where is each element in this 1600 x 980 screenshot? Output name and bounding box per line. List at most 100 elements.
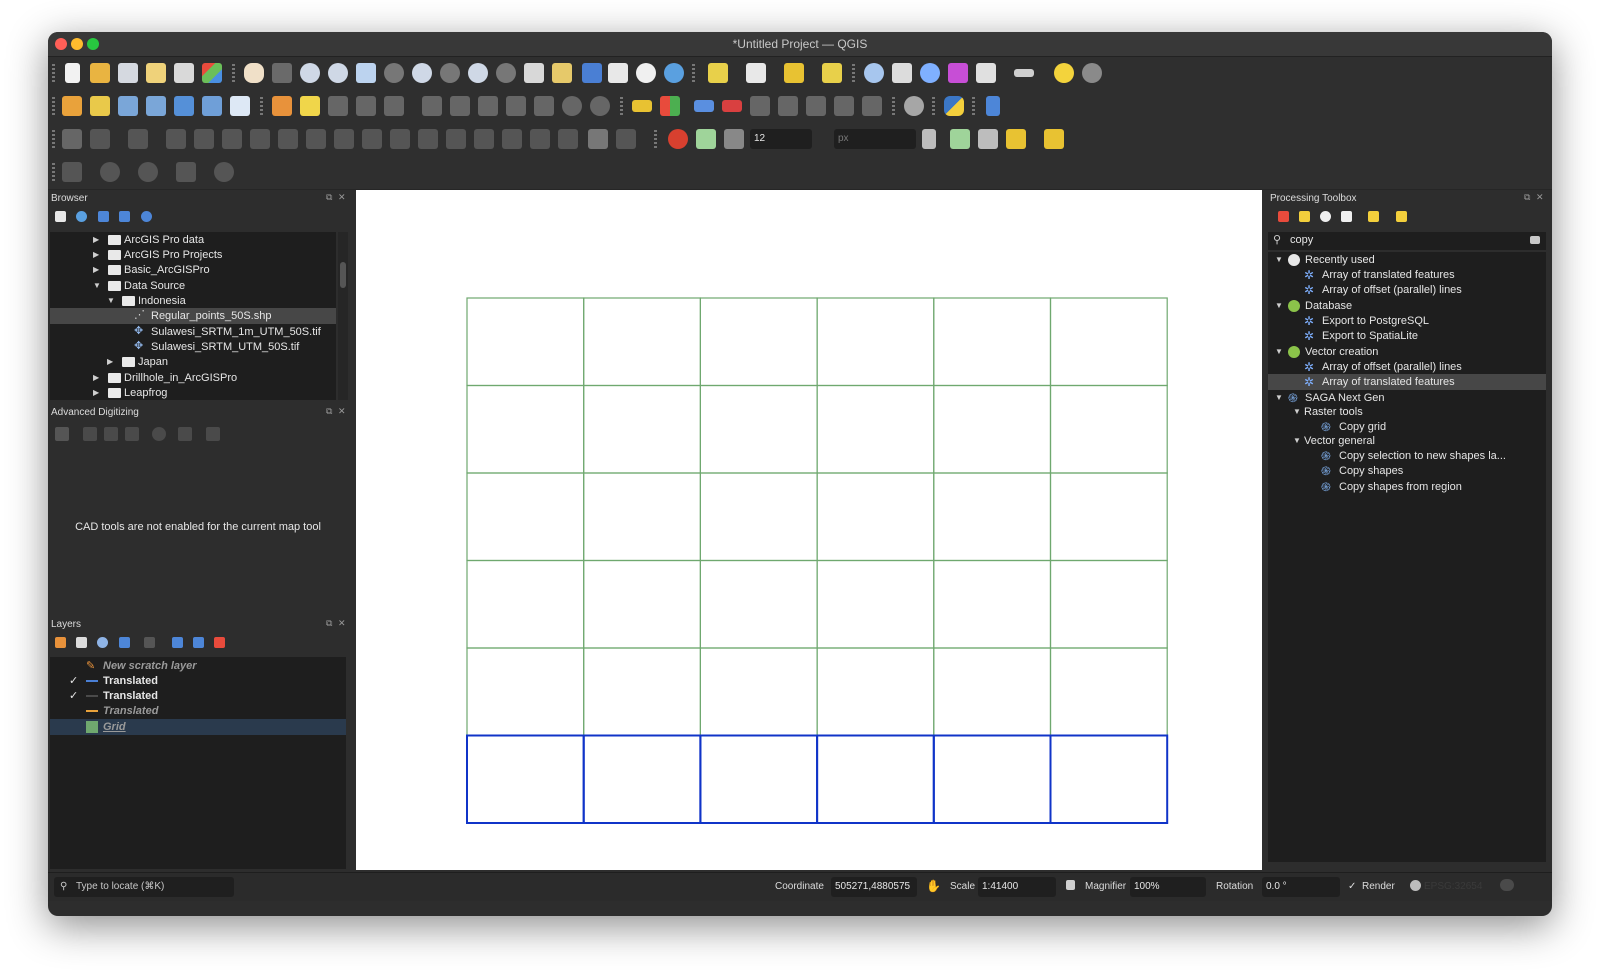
locator-search-input[interactable]: ⚲ Type to locate (⌘K) bbox=[54, 877, 234, 897]
spatial-bookmark-icon[interactable] bbox=[582, 63, 602, 83]
offset-curve-icon[interactable] bbox=[418, 129, 438, 149]
scrollbar-thumb[interactable] bbox=[340, 262, 346, 288]
toolbar-grip[interactable] bbox=[972, 97, 975, 115]
floater-icon[interactable] bbox=[178, 427, 192, 441]
zoom-to-selection-icon[interactable] bbox=[384, 63, 404, 83]
map-canvas[interactable] bbox=[356, 190, 1262, 870]
layer-item-translated[interactable]: ✓ Translated bbox=[50, 673, 346, 689]
add-feature-icon[interactable] bbox=[356, 96, 376, 116]
redo-icon[interactable] bbox=[590, 96, 610, 116]
tracing-icon[interactable] bbox=[1006, 129, 1026, 149]
new-spatialite-layer-icon[interactable] bbox=[174, 96, 194, 116]
simplify-feature-icon[interactable] bbox=[222, 129, 242, 149]
zoom-next-icon[interactable] bbox=[496, 63, 516, 83]
construction-mode-icon[interactable] bbox=[83, 427, 97, 441]
rotation-input[interactable]: 0.0 ° bbox=[1262, 877, 1340, 897]
algorithm-item[interactable]: ✲ Array of translated features bbox=[1268, 267, 1546, 283]
layer-labeling-icon[interactable] bbox=[632, 100, 652, 112]
clear-search-icon[interactable] bbox=[1530, 236, 1540, 244]
identify-features-icon[interactable] bbox=[864, 63, 884, 83]
close-panel-icon[interactable]: ✕ bbox=[338, 406, 346, 417]
render-checkbox[interactable]: ✓ bbox=[1348, 881, 1356, 892]
scale-feature-icon[interactable] bbox=[194, 129, 214, 149]
add-group-icon[interactable] bbox=[76, 637, 87, 648]
parallel-icon[interactable] bbox=[104, 427, 118, 441]
add-ring-icon[interactable] bbox=[250, 129, 270, 149]
toolbox-search-input[interactable]: copy bbox=[1290, 234, 1313, 246]
rotate-feature-icon[interactable] bbox=[166, 129, 186, 149]
collapse-arrow-icon[interactable]: ▼ bbox=[93, 278, 101, 294]
toolbox-group-recently-used[interactable]: ▼ Recently used bbox=[1268, 252, 1546, 268]
algorithm-item[interactable]: ✲ Export to SpatiaLite bbox=[1268, 328, 1546, 344]
filter-by-expression-icon[interactable] bbox=[144, 637, 155, 648]
algorithm-item[interactable]: ✲ Array of offset (parallel) lines bbox=[1268, 282, 1546, 298]
refresh-icon[interactable] bbox=[664, 63, 684, 83]
tree-item-japan[interactable]: ▶ Japan bbox=[50, 354, 336, 370]
layer-visibility-checkbox[interactable]: ✓ bbox=[69, 673, 78, 689]
layer-diagram-icon[interactable] bbox=[660, 96, 680, 116]
snapping-unit-select[interactable]: px bbox=[834, 129, 916, 149]
reverse-line-icon[interactable] bbox=[446, 129, 466, 149]
tree-item-indonesia[interactable]: ▼ Indonesia bbox=[50, 293, 336, 309]
zoom-in-icon[interactable] bbox=[300, 63, 320, 83]
preview-labels-icon[interactable] bbox=[834, 96, 854, 116]
collapse-arrow-icon[interactable]: ▼ bbox=[107, 293, 115, 309]
float-panel-icon[interactable]: ⧉ bbox=[326, 192, 332, 203]
zoom-out-icon[interactable] bbox=[328, 63, 348, 83]
toggle-extents-icon[interactable]: ✋ bbox=[926, 879, 941, 893]
zoom-full-icon[interactable] bbox=[356, 63, 376, 83]
new-print-layout-icon[interactable] bbox=[146, 63, 166, 83]
split-features-icon[interactable] bbox=[502, 129, 522, 149]
rotate-label-icon[interactable] bbox=[778, 96, 798, 116]
settings-icon[interactable] bbox=[152, 427, 166, 441]
expand-all-icon[interactable] bbox=[172, 637, 183, 648]
collapse-arrow-icon[interactable]: ▼ bbox=[1275, 344, 1283, 360]
toolbar-grip[interactable] bbox=[52, 97, 55, 115]
self-snapping-icon[interactable] bbox=[978, 129, 998, 149]
models-icon[interactable] bbox=[1278, 211, 1289, 222]
open-field-calculator-icon[interactable] bbox=[892, 63, 912, 83]
cad-tools-icon[interactable] bbox=[55, 427, 69, 441]
perpendicular-icon[interactable] bbox=[125, 427, 139, 441]
create-regular-polygon-icon[interactable] bbox=[214, 162, 234, 182]
annotation-tools-icon[interactable] bbox=[1082, 63, 1102, 83]
toolbar-grip[interactable] bbox=[692, 64, 695, 82]
topological-editing-icon[interactable] bbox=[922, 129, 936, 149]
tree-item-data-source[interactable]: ▼ Data Source bbox=[50, 278, 336, 294]
delete-ring-icon[interactable] bbox=[334, 129, 354, 149]
expand-arrow-icon[interactable]: ▶ bbox=[93, 385, 99, 401]
tree-item-drillhole[interactable]: ▶ Drillhole_in_ArcGISPro bbox=[50, 370, 336, 386]
toolbar-grip[interactable] bbox=[852, 64, 855, 82]
split-parts-icon[interactable] bbox=[530, 129, 550, 149]
snapping-tolerance-input[interactable]: 12 bbox=[750, 129, 812, 149]
zoom-to-layer-icon[interactable] bbox=[412, 63, 432, 83]
toolbox-subgroup-raster-tools[interactable]: ▼ Raster tools bbox=[1268, 404, 1546, 420]
temporal-controller-icon[interactable] bbox=[636, 63, 656, 83]
expand-arrow-icon[interactable]: ▶ bbox=[107, 354, 113, 370]
undo-icon[interactable] bbox=[562, 96, 582, 116]
plugin-manager-icon[interactable] bbox=[904, 96, 924, 116]
edit-features-in-place-icon[interactable] bbox=[1368, 211, 1379, 222]
toolbar-grip[interactable] bbox=[232, 64, 235, 82]
refresh-icon[interactable] bbox=[76, 211, 87, 222]
label-settings-icon[interactable] bbox=[862, 96, 882, 116]
save-project-icon[interactable] bbox=[118, 63, 138, 83]
create-ellipse-icon[interactable] bbox=[138, 162, 158, 182]
delete-part-icon[interactable] bbox=[362, 129, 382, 149]
scale-select[interactable]: 1:41400 bbox=[978, 877, 1056, 897]
merge-features-icon[interactable] bbox=[558, 129, 578, 149]
show-hide-labels-icon[interactable] bbox=[722, 100, 742, 112]
move-feature-icon[interactable] bbox=[128, 129, 148, 149]
close-panel-icon[interactable]: ✕ bbox=[338, 618, 346, 629]
lock-scale-icon[interactable] bbox=[1066, 880, 1075, 890]
change-label-icon[interactable] bbox=[806, 96, 826, 116]
close-panel-icon[interactable]: ✕ bbox=[338, 192, 346, 203]
collapse-arrow-icon[interactable]: ▼ bbox=[1275, 298, 1283, 314]
cut-features-icon[interactable] bbox=[478, 96, 498, 116]
expand-arrow-icon[interactable]: ▶ bbox=[93, 232, 99, 248]
enable-properties-icon[interactable] bbox=[141, 211, 152, 222]
statistical-summary-icon[interactable] bbox=[948, 63, 968, 83]
python-console-icon[interactable] bbox=[944, 96, 964, 116]
crs-globe-icon[interactable] bbox=[1410, 880, 1421, 891]
style-manager-icon[interactable] bbox=[202, 63, 222, 83]
